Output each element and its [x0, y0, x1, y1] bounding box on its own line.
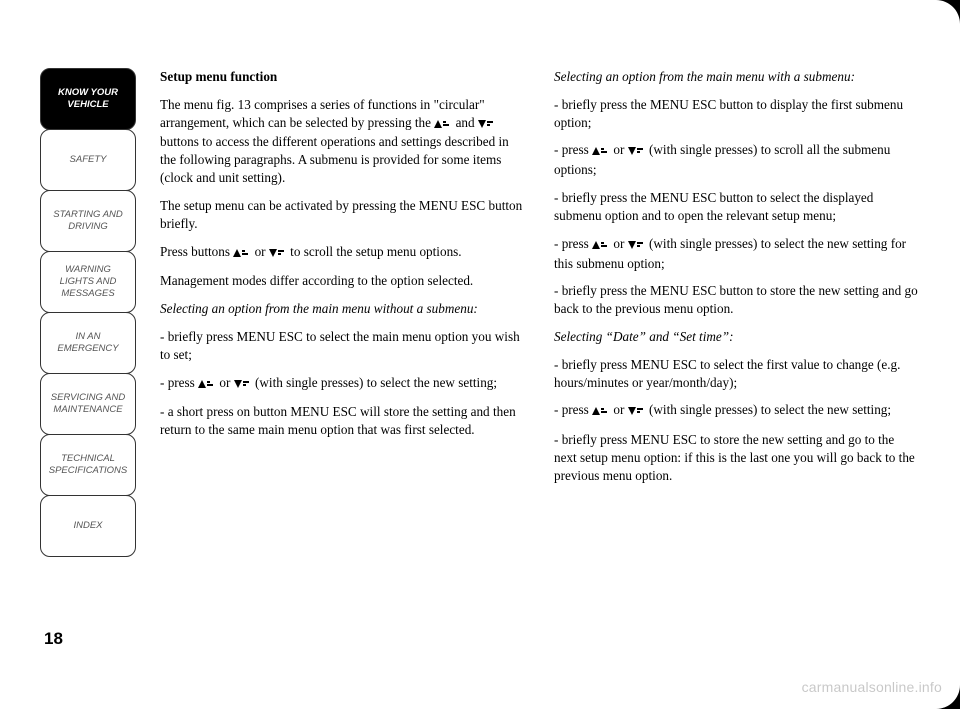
- text: - press: [554, 236, 592, 251]
- paragraph: - press or (with single presses) to sele…: [160, 374, 526, 394]
- paragraph: - press or (with single presses) to sele…: [554, 235, 920, 273]
- paragraph-italic: Selecting an option from the main menu w…: [160, 300, 526, 318]
- text: or: [613, 142, 627, 157]
- up-arrow-icon: [233, 245, 251, 263]
- down-arrow-icon: [628, 143, 646, 161]
- watermark: carmanualsonline.info: [802, 679, 942, 695]
- up-arrow-icon: [592, 403, 610, 421]
- paragraph: - press or (with single presses) to scro…: [554, 141, 920, 179]
- section-heading: Setup menu function: [160, 68, 526, 86]
- paragraph: - briefly press the MENU ESC button to s…: [554, 189, 920, 225]
- text: - press: [554, 402, 592, 417]
- text: or: [255, 244, 269, 259]
- paragraph: - briefly press the MENU ESC button to s…: [554, 282, 920, 318]
- paragraph: The menu fig. 13 comprises a series of f…: [160, 96, 526, 187]
- paragraph: Press buttons or to scroll the setup men…: [160, 243, 526, 263]
- side-tabs: KNOW YOUR VEHICLE SAFETY STARTING AND DR…: [40, 68, 136, 556]
- tab-index[interactable]: INDEX: [40, 495, 136, 557]
- text: or: [613, 402, 627, 417]
- text: or: [219, 375, 233, 390]
- paragraph: - briefly press MENU ESC to select the m…: [160, 328, 526, 364]
- up-arrow-icon: [592, 143, 610, 161]
- text: - press: [160, 375, 198, 390]
- text: - press: [554, 142, 592, 157]
- up-arrow-icon: [434, 116, 452, 134]
- down-arrow-icon: [628, 403, 646, 421]
- tab-know-your-vehicle[interactable]: KNOW YOUR VEHICLE: [40, 68, 136, 130]
- up-arrow-icon: [592, 237, 610, 255]
- left-column: Setup menu function The menu fig. 13 com…: [160, 68, 526, 495]
- text: or: [613, 236, 627, 251]
- paragraph: - a short press on button MENU ESC will …: [160, 403, 526, 439]
- paragraph-italic: Selecting “Date” and “Set time”:: [554, 328, 920, 346]
- text: (with single presses) to select the new …: [649, 402, 891, 417]
- tab-starting-and-driving[interactable]: STARTING AND DRIVING: [40, 190, 136, 252]
- paragraph: The setup menu can be activated by press…: [160, 197, 526, 233]
- text: and: [456, 115, 478, 130]
- tab-safety[interactable]: SAFETY: [40, 129, 136, 191]
- up-arrow-icon: [198, 376, 216, 394]
- tab-warning-lights-and-messages[interactable]: WARNING LIGHTS AND MESSAGES: [40, 251, 136, 313]
- page-content: Setup menu function The menu fig. 13 com…: [160, 68, 920, 495]
- text: Press buttons: [160, 244, 233, 259]
- paragraph: - press or (with single presses) to sele…: [554, 401, 920, 421]
- down-arrow-icon: [269, 245, 287, 263]
- text: (with single presses) to select the new …: [255, 375, 497, 390]
- paragraph: - briefly press the MENU ESC button to d…: [554, 96, 920, 132]
- down-arrow-icon: [628, 237, 646, 255]
- paragraph: - briefly press MENU ESC to select the f…: [554, 356, 920, 392]
- text: buttons to access the different operatio…: [160, 134, 509, 185]
- paragraph: Management modes differ according to the…: [160, 272, 526, 290]
- tab-technical-specifications[interactable]: TECHNICAL SPECIFICATIONS: [40, 434, 136, 496]
- paragraph: - briefly press MENU ESC to store the ne…: [554, 431, 920, 484]
- down-arrow-icon: [234, 376, 252, 394]
- text: to scroll the setup menu options.: [290, 244, 461, 259]
- tab-servicing-and-maintenance[interactable]: SERVICING AND MAINTENANCE: [40, 373, 136, 435]
- paragraph-italic: Selecting an option from the main menu w…: [554, 68, 920, 86]
- tab-in-an-emergency[interactable]: IN AN EMERGENCY: [40, 312, 136, 374]
- page-number: 18: [44, 629, 63, 649]
- down-arrow-icon: [478, 116, 496, 134]
- right-column: Selecting an option from the main menu w…: [554, 68, 920, 495]
